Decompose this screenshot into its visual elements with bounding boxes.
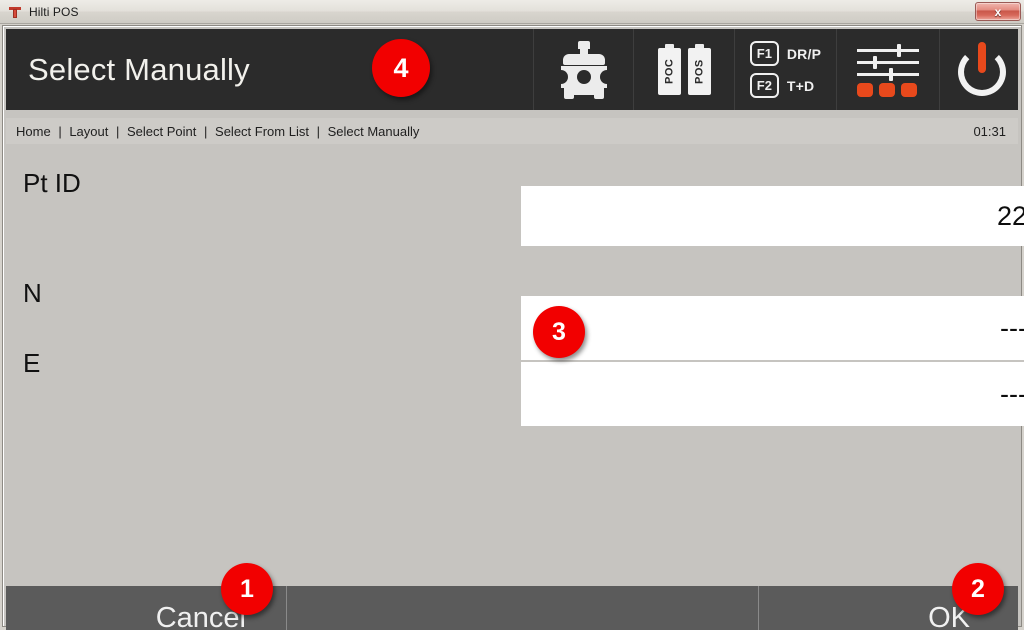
north-value: --- [1000, 312, 1024, 343]
breadcrumb: Home | Layout | Select Point | Select Fr… [16, 124, 419, 139]
window-title-bar: Hilti POS x [0, 0, 1024, 24]
breadcrumb-separator: | [116, 123, 120, 139]
battery-group: POC POS [657, 44, 711, 95]
east-value: --- [1000, 378, 1024, 409]
breadcrumb-item-layout[interactable]: Layout [69, 124, 108, 139]
settings-sliders-icon [857, 43, 919, 97]
annotation-marker-1: 1 [221, 563, 273, 615]
battery-label-pos: POS [693, 59, 705, 84]
breadcrumb-item-select-point[interactable]: Select Point [127, 124, 196, 139]
hilti-logo-icon [7, 4, 23, 20]
label-pt-id: Pt ID [23, 168, 81, 198]
breadcrumb-item-select-from-list[interactable]: Select From List [215, 124, 309, 139]
screen-title-area: Select Manually [6, 29, 533, 110]
f1-key-icon: F1 [749, 41, 779, 66]
function-key-f2[interactable]: F2 T+D [749, 73, 821, 98]
total-station-button[interactable] [534, 29, 633, 110]
annotation-marker-4: 4 [372, 39, 430, 97]
function-key-f1[interactable]: F1 DR/P [749, 41, 822, 66]
f2-key-icon: F2 [749, 73, 779, 98]
app-header: Select Manually POC POS F1 DR/P F2 T+D [6, 29, 1018, 110]
coordinate-fields: --- --- [521, 296, 1024, 426]
battery-icon-poc: POC [657, 44, 681, 95]
clock: 01:31 [973, 123, 1006, 139]
east-input[interactable]: --- [521, 362, 1024, 426]
north-input[interactable]: --- [521, 296, 1024, 360]
breadcrumb-separator: | [316, 123, 320, 139]
label-n: N [23, 278, 42, 308]
close-button[interactable]: x [975, 2, 1021, 21]
f2-action-label: T+D [786, 77, 815, 94]
power-icon [956, 39, 1012, 98]
pt-id-value: 22 [996, 200, 1024, 231]
annotation-marker-2: 2 [952, 563, 1004, 615]
function-keys-button[interactable]: F1 DR/P F2 T+D [735, 29, 836, 110]
pt-id-input[interactable]: 22 [521, 186, 1024, 246]
breadcrumb-bar: Home | Layout | Select Point | Select Fr… [6, 118, 1018, 144]
application-window: Hilti POS x Select Manually POC POS F1 D… [0, 0, 1024, 630]
breadcrumb-separator: | [58, 123, 62, 139]
app-frame: Select Manually POC POS F1 DR/P F2 T+D H… [2, 25, 1024, 630]
breadcrumb-separator: | [204, 123, 208, 139]
breadcrumb-item-home[interactable]: Home [16, 124, 51, 139]
screen-title: Select Manually [28, 51, 250, 87]
f1-action-label: DR/P [786, 45, 822, 62]
breadcrumb-item-select-manually[interactable]: Select Manually [328, 124, 420, 139]
power-button[interactable] [940, 29, 1024, 110]
annotation-marker-3: 3 [533, 306, 585, 358]
total-station-icon [557, 40, 611, 99]
action-bar-spacer [287, 586, 758, 630]
main-content: Pt ID N E 22 --- --- [6, 144, 1024, 575]
window-title: Hilti POS [29, 4, 79, 19]
battery-icon-pos: POS [687, 44, 711, 95]
settings-button[interactable] [837, 29, 939, 110]
battery-status-button[interactable]: POC POS [634, 29, 734, 110]
battery-label-poc: POC [663, 58, 675, 85]
action-bar: Cancel OK [6, 586, 1018, 630]
label-e: E [23, 348, 41, 378]
function-keys-group: F1 DR/P F2 T+D [749, 41, 822, 98]
